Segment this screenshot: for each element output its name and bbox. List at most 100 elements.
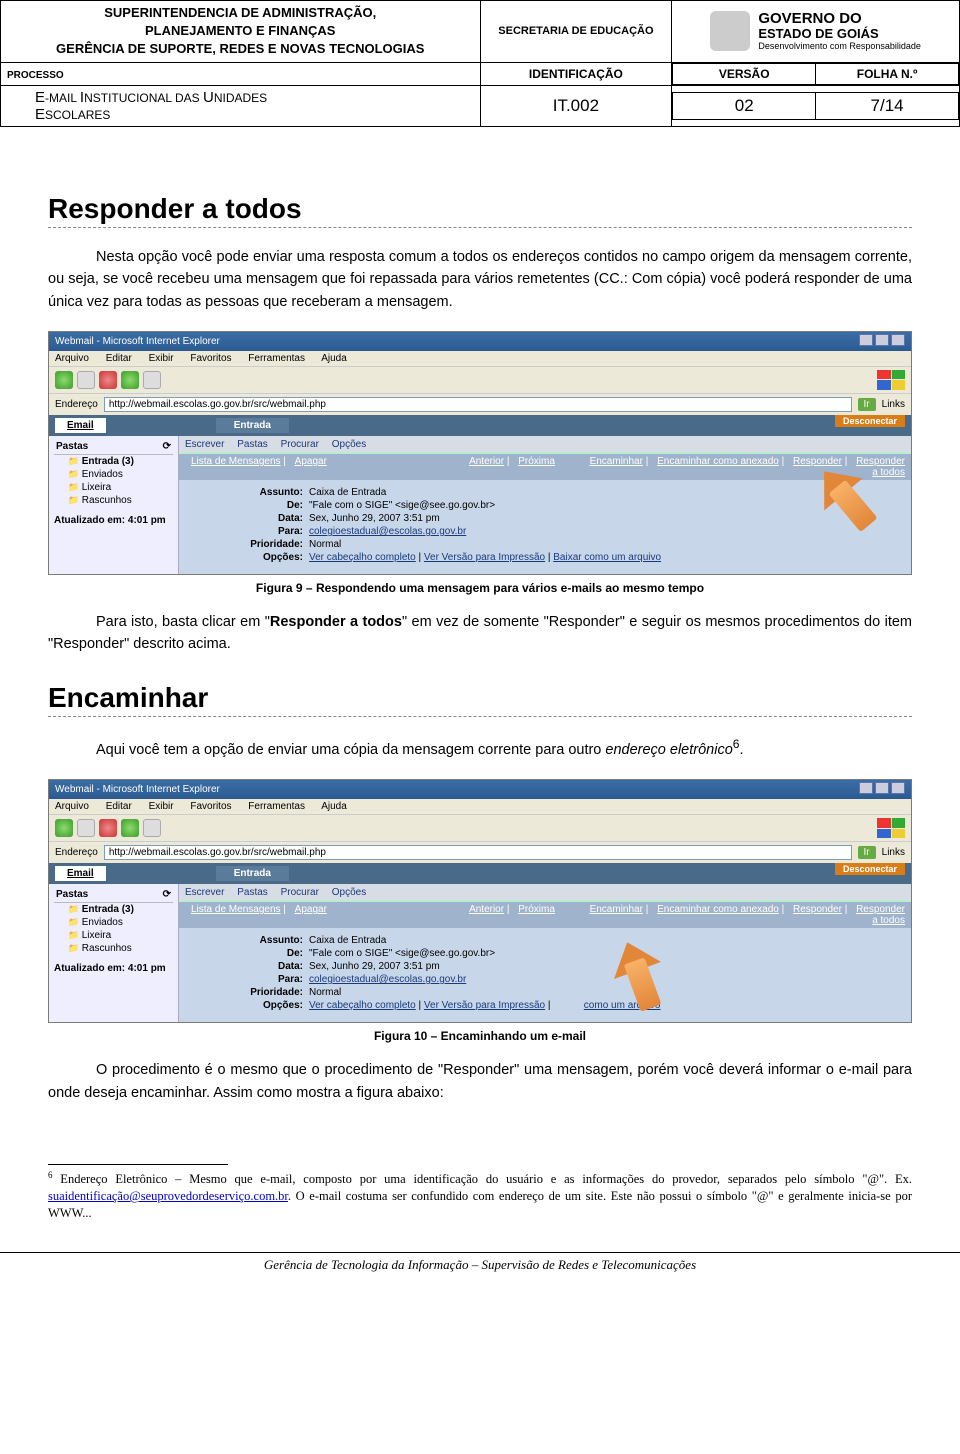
processo-line2: ESCOLARES (35, 106, 110, 123)
go-button-2[interactable]: Ir (858, 846, 876, 859)
secretaria-label: SECRETARIA DE EDUCAÇÃO (498, 25, 653, 37)
list-link-2[interactable]: Lista de Mensagens (191, 904, 281, 915)
menu-arquivo[interactable]: Arquivo (55, 353, 89, 364)
menu-ajuda[interactable]: Ajuda (321, 353, 347, 364)
forward-link[interactable]: Encaminhar (590, 456, 643, 467)
webmail-topbar: Email Entrada Desconectar (49, 415, 911, 436)
ie-titlebar: Webmail - Microsoft Internet Explorer (49, 332, 911, 351)
ie-addressbar: Endereço Ir Links (49, 394, 911, 415)
message-actions-bar-2: Lista de Mensagens | Apagar Anterior | P… (179, 902, 911, 928)
refresh-icon[interactable] (121, 371, 139, 389)
label-processo: PROCESSO (1, 62, 481, 85)
inbox-title-2: Entrada (216, 866, 289, 881)
menu-exibir[interactable]: Exibir (149, 353, 174, 364)
menu-arquivo-2[interactable]: Arquivo (55, 801, 89, 812)
folder-enviados[interactable]: Enviados (54, 468, 173, 481)
menu-favoritos[interactable]: Favoritos (190, 353, 231, 364)
options-key: Opções: (239, 552, 309, 563)
links-label[interactable]: Links (882, 399, 905, 410)
delete-link-2[interactable]: Apagar (295, 904, 327, 915)
label-identificacao: IDENTIFICAÇÃO (480, 62, 672, 85)
menu-editar-2[interactable]: Editar (106, 801, 132, 812)
list-link[interactable]: Lista de Mensagens (191, 456, 281, 467)
menu-exibir-2[interactable]: Exibir (149, 801, 174, 812)
compose-button[interactable]: Escrever (185, 439, 224, 450)
disconnect-button-2[interactable]: Desconectar (835, 863, 905, 875)
to-value[interactable]: colegioestadual@escolas.go.gov.br (309, 526, 466, 537)
disconnect-button[interactable]: Desconectar (835, 415, 905, 427)
label-folha: FOLHA N.º (816, 63, 959, 84)
refresh-folders-icon[interactable]: ⟳ (163, 441, 171, 452)
refresh-icon-2[interactable] (121, 819, 139, 837)
stop-icon-2[interactable] (99, 819, 117, 837)
prev-link[interactable]: Anterior (469, 456, 504, 467)
menu-favoritos-2[interactable]: Favoritos (190, 801, 231, 812)
options-button[interactable]: Opções (332, 439, 366, 450)
folders-button[interactable]: Pastas (237, 439, 268, 450)
reply-all-link-2[interactable]: Responder a todos (856, 904, 905, 926)
view-headers-link-2[interactable]: Ver cabeçalho completo (309, 1000, 416, 1011)
footnote-example-link[interactable]: suaidentificação@seuprovedordeserviço.co… (48, 1189, 288, 1203)
ie-menubar-2[interactable]: Arquivo Editar Exibir Favoritos Ferramen… (49, 799, 911, 814)
delete-link[interactable]: Apagar (295, 456, 327, 467)
menu-ferramentas-2[interactable]: Ferramentas (248, 801, 305, 812)
home-icon[interactable] (143, 371, 161, 389)
folder-enviados-2[interactable]: Enviados (54, 916, 173, 929)
forward-icon[interactable] (77, 371, 95, 389)
print-version-link-2[interactable]: Ver Versão para Impressão (424, 1000, 545, 1011)
inbox-title: Entrada (216, 418, 289, 433)
menu-editar[interactable]: Editar (106, 353, 132, 364)
back-icon[interactable] (55, 371, 73, 389)
email-tab-2[interactable]: Email (55, 866, 106, 881)
search-button[interactable]: Procurar (281, 439, 319, 450)
print-version-link[interactable]: Ver Versão para Impressão (424, 552, 545, 563)
folder-lixeira-2[interactable]: Lixeira (54, 929, 173, 942)
email-tab[interactable]: Email (55, 418, 106, 433)
gov-slogan: Desenvolvimento com Responsabilidade (758, 42, 921, 52)
folder-entrada[interactable]: Entrada (3) (54, 455, 173, 468)
prev-link-2[interactable]: Anterior (469, 904, 504, 915)
search-button-2[interactable]: Procurar (281, 887, 319, 898)
menu-ferramentas[interactable]: Ferramentas (248, 353, 305, 364)
address-input-2[interactable] (104, 845, 852, 860)
download-link[interactable]: Baixar como um arquivo (553, 552, 661, 563)
pastas-header-2: Pastas (56, 889, 88, 900)
forward-icon-2[interactable] (77, 819, 95, 837)
heading-responder-a-todos: Responder a todos (48, 193, 912, 228)
org-line1: SUPERINTENDENCIA DE ADMINISTRAÇÃO, (7, 4, 474, 22)
reply-link-2[interactable]: Responder (793, 904, 842, 915)
back-icon-2[interactable] (55, 819, 73, 837)
forward-attachment-link[interactable]: Encaminhar como anexado (657, 456, 779, 467)
gov-logo-block: GOVERNO DO ESTADO DE GOIÁS Desenvolvimen… (678, 11, 953, 52)
forward-link-2[interactable]: Encaminhar (590, 904, 643, 915)
address-input[interactable] (104, 397, 852, 412)
figure-10-screenshot: Webmail - Microsoft Internet Explorer Ar… (48, 779, 912, 1023)
next-link[interactable]: Próxima (518, 456, 555, 467)
links-label-2[interactable]: Links (882, 847, 905, 858)
options-key-2: Opções: (239, 1000, 309, 1011)
to-value-2[interactable]: colegioestadual@escolas.go.gov.br (309, 974, 466, 985)
folder-entrada-2[interactable]: Entrada (3) (54, 903, 173, 916)
footnote-6: 6 Endereço Eletrônico – Mesmo que e-mail… (48, 1169, 912, 1222)
options-button-2[interactable]: Opções (332, 887, 366, 898)
ie-title: Webmail - Microsoft Internet Explorer (55, 336, 220, 347)
refresh-folders-icon-2[interactable]: ⟳ (163, 889, 171, 900)
stop-icon[interactable] (99, 371, 117, 389)
window-buttons-2[interactable] (857, 782, 905, 797)
forward-attachment-link-2[interactable]: Encaminhar como anexado (657, 904, 779, 915)
windows-flag-icon (877, 370, 905, 390)
value-identificacao: IT.002 (480, 85, 672, 126)
folder-rascunhos-2[interactable]: Rascunhos (54, 942, 173, 955)
go-button[interactable]: Ir (858, 398, 876, 411)
folder-lixeira[interactable]: Lixeira (54, 481, 173, 494)
ie-menubar[interactable]: Arquivo Editar Exibir Favoritos Ferramen… (49, 351, 911, 366)
window-buttons[interactable] (857, 334, 905, 349)
home-icon-2[interactable] (143, 819, 161, 837)
view-headers-link[interactable]: Ver cabeçalho completo (309, 552, 416, 563)
subject-key-2: Assunto: (239, 935, 309, 946)
folder-rascunhos[interactable]: Rascunhos (54, 494, 173, 507)
next-link-2[interactable]: Próxima (518, 904, 555, 915)
menu-ajuda-2[interactable]: Ajuda (321, 801, 347, 812)
folders-button-2[interactable]: Pastas (237, 887, 268, 898)
compose-button-2[interactable]: Escrever (185, 887, 224, 898)
